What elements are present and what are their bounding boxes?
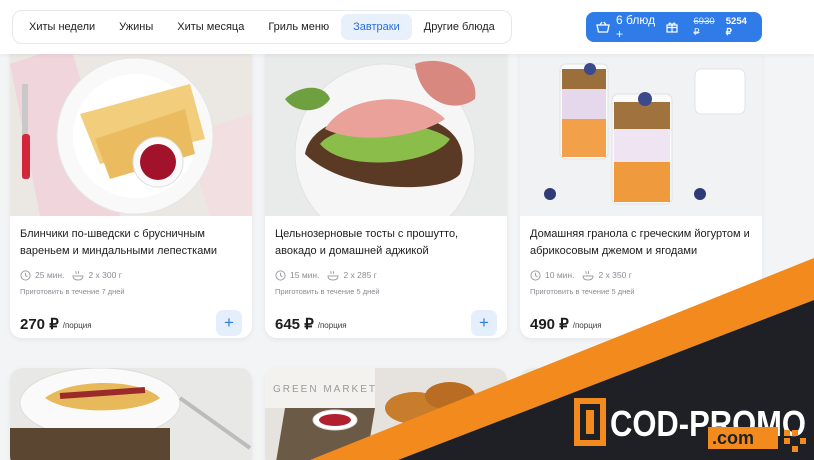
top-bar: Хиты недели Ужины Хиты месяца Гриль меню… bbox=[0, 0, 814, 54]
promo-pixel-icon bbox=[784, 430, 806, 452]
bowl-icon bbox=[72, 270, 84, 281]
price-unit: /порция bbox=[317, 321, 347, 330]
tab-other-dishes[interactable]: Другие блюда bbox=[412, 14, 507, 40]
add-to-cart-button[interactable]: + bbox=[216, 310, 242, 336]
cook-within: Приготовить в течение 7 дней bbox=[20, 287, 125, 296]
cook-time: 10 мин. bbox=[530, 269, 575, 281]
portions: 2 x 300 г bbox=[72, 270, 122, 281]
portions-value: 2 x 285 г bbox=[343, 270, 377, 280]
gift-icon bbox=[665, 22, 678, 33]
dish-price: 270 ₽ bbox=[20, 316, 59, 333]
cook-within: Приготовить в течение 5 дней bbox=[275, 287, 380, 296]
dish-title: Цельнозерновые тосты с прошутто, авокадо… bbox=[275, 228, 459, 257]
dish-card[interactable] bbox=[520, 368, 762, 460]
dish-photo-omelette bbox=[10, 368, 252, 460]
dish-title: Домашняя гранола с греческим йогуртом и … bbox=[530, 228, 750, 257]
dish-card[interactable]: Цельнозерновые тосты с прошутто, авокадо… bbox=[265, 44, 507, 338]
cart-old-price: 6930 ₽ bbox=[693, 16, 715, 38]
tab-month-hits[interactable]: Хиты месяца bbox=[165, 14, 256, 40]
dish-photo-partial bbox=[520, 368, 762, 460]
dish-photo-toasts bbox=[265, 44, 507, 216]
cart-count: 6 блюд + bbox=[616, 13, 656, 41]
price-unit: /порция bbox=[62, 321, 92, 330]
portions-value: 2 x 350 г bbox=[598, 270, 632, 280]
market-box-label: GREEN MARKET bbox=[273, 384, 377, 395]
tab-dinners[interactable]: Ужины bbox=[107, 14, 165, 40]
portions: 2 x 350 г bbox=[582, 270, 632, 281]
dish-photo-french-toast: GREEN MARKET bbox=[265, 368, 507, 460]
dish-card[interactable]: Домашняя гранола с греческим йогуртом и … bbox=[520, 44, 762, 338]
cook-time-value: 15 мин. bbox=[290, 270, 320, 280]
clock-icon bbox=[530, 269, 541, 281]
cook-time: 25 мин. bbox=[20, 269, 65, 281]
category-tabs: Хиты недели Ужины Хиты месяца Гриль меню… bbox=[12, 10, 512, 44]
basket-icon bbox=[596, 21, 610, 33]
dish-price: 645 ₽ bbox=[275, 316, 314, 333]
dish-card[interactable]: Блинчики по-шведски с брусничным варенье… bbox=[10, 44, 252, 338]
dish-photo-crepes bbox=[10, 44, 252, 216]
bowl-icon bbox=[327, 270, 339, 281]
price-unit: /порция bbox=[572, 321, 602, 330]
tab-grill-menu[interactable]: Гриль меню bbox=[256, 14, 341, 40]
clock-icon bbox=[275, 269, 286, 281]
cook-time: 15 мин. bbox=[275, 269, 320, 281]
portions: 2 x 285 г bbox=[327, 270, 377, 281]
bowl-icon bbox=[582, 270, 594, 281]
portions-value: 2 x 300 г bbox=[88, 270, 122, 280]
cook-within: Приготовить в течение 5 дней bbox=[530, 287, 635, 296]
dish-card[interactable] bbox=[10, 368, 252, 460]
tab-breakfasts[interactable]: Завтраки bbox=[341, 14, 412, 40]
cook-time-value: 10 мин. bbox=[545, 270, 575, 280]
clock-icon bbox=[20, 269, 31, 281]
cart-button[interactable]: 6 блюд + 6930 ₽ 5254 ₽ bbox=[586, 12, 762, 42]
dish-card[interactable]: GREEN MARKET bbox=[265, 368, 507, 460]
cart-new-price: 5254 ₽ bbox=[725, 16, 747, 38]
tab-week-hits[interactable]: Хиты недели bbox=[17, 14, 107, 40]
dish-photo-granola bbox=[520, 44, 762, 216]
dish-price: 490 ₽ bbox=[530, 316, 569, 333]
cook-time-value: 25 мин. bbox=[35, 270, 65, 280]
add-to-cart-button[interactable]: + bbox=[471, 310, 497, 336]
dish-title: Блинчики по-шведски с брусничным варенье… bbox=[20, 228, 218, 257]
